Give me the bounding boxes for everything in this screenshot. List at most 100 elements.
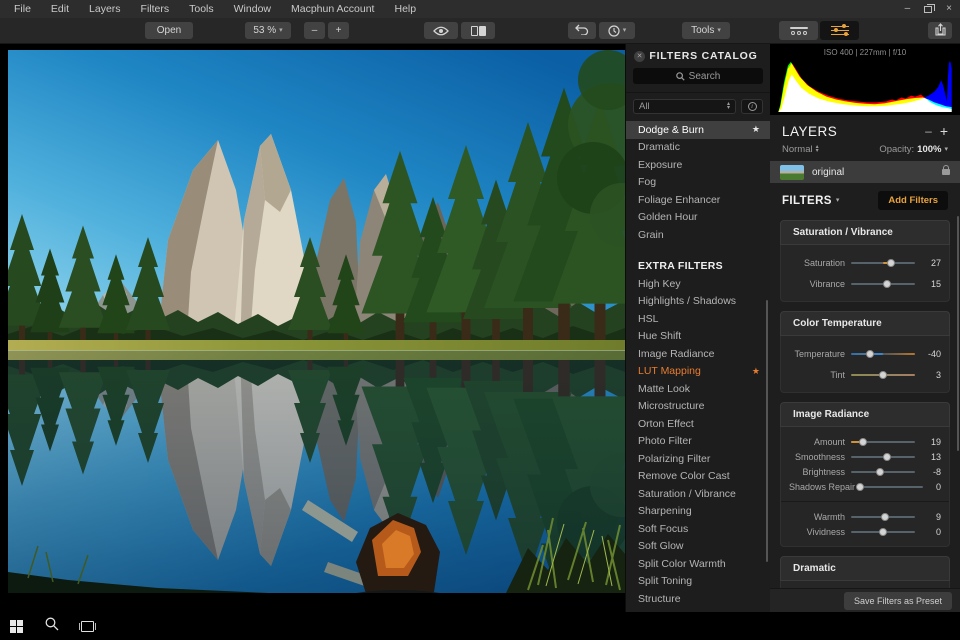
- close-icon[interactable]: ✕: [634, 50, 645, 62]
- slider-knob[interactable]: [865, 349, 874, 358]
- slider-knob[interactable]: [881, 512, 890, 521]
- lock-icon[interactable]: [942, 165, 950, 175]
- catalog-item-highlights-shadows[interactable]: Highlights / Shadows: [626, 293, 770, 311]
- menu-layers[interactable]: Layers: [79, 0, 131, 18]
- catalog-item-saturation-vibrance[interactable]: Saturation / Vibrance: [626, 485, 770, 503]
- slider-value: 13: [930, 451, 941, 462]
- star-icon[interactable]: ★: [752, 366, 760, 377]
- minimize-button[interactable]: –: [905, 0, 911, 18]
- filter-card-title[interactable]: Dramatic: [780, 556, 950, 581]
- catalog-item-foliage-enhancer[interactable]: Foliage Enhancer: [626, 191, 770, 209]
- catalog-item-hsl[interactable]: HSL: [626, 310, 770, 328]
- info-button[interactable]: i: [741, 99, 763, 114]
- catalog-item-hue-shift[interactable]: Hue Shift: [626, 328, 770, 346]
- tools-dropdown[interactable]: Tools ▾: [682, 22, 730, 39]
- undo-button[interactable]: [568, 22, 596, 39]
- remove-layer-button[interactable]: –: [917, 124, 940, 138]
- catalog-item-golden-hour[interactable]: Golden Hour: [626, 209, 770, 227]
- catalog-item-fog[interactable]: Fog: [626, 174, 770, 192]
- slider-knob[interactable]: [875, 467, 884, 476]
- opacity-dropdown[interactable]: Opacity: 100% ▾: [879, 144, 948, 155]
- star-icon[interactable]: ★: [752, 124, 760, 135]
- menu-window[interactable]: Window: [224, 0, 281, 18]
- slider-track[interactable]: [851, 352, 915, 355]
- menu-file[interactable]: File: [0, 0, 41, 18]
- catalog-item-dodge-burn[interactable]: Dodge & Burn ★: [626, 121, 770, 139]
- catalog-item-grain[interactable]: Grain: [626, 226, 770, 244]
- catalog-item-polarizing-filter[interactable]: Polarizing Filter: [626, 450, 770, 468]
- catalog-item-orton-effect[interactable]: Orton Effect: [626, 415, 770, 433]
- history-button[interactable]: ▾: [599, 22, 635, 39]
- search-input[interactable]: Search: [633, 68, 763, 84]
- layer-row[interactable]: original: [770, 161, 960, 183]
- slider-knob[interactable]: [855, 482, 864, 491]
- open-button[interactable]: Open: [145, 22, 193, 39]
- slider-value: 3: [935, 369, 941, 380]
- slider-vividness[interactable]: [851, 527, 915, 536]
- slider-brightness[interactable]: [851, 467, 915, 476]
- menu-macphun-account[interactable]: Macphun Account: [281, 0, 384, 18]
- slider-knob[interactable]: [882, 452, 891, 461]
- slider-tint[interactable]: [851, 370, 915, 379]
- slider-shadows-repair[interactable]: [855, 482, 923, 491]
- slider-knob[interactable]: [887, 258, 896, 267]
- catalog-item-soft-glow[interactable]: Soft Glow: [626, 538, 770, 556]
- catalog-item-split-color-warmth[interactable]: Split Color Warmth: [626, 555, 770, 573]
- catalog-item-matte-look[interactable]: Matte Look: [626, 380, 770, 398]
- save-filters-as-preset-button[interactable]: Save Filters as Preset: [843, 591, 952, 610]
- presets-panel-toggle[interactable]: [779, 21, 818, 40]
- slider-warmth[interactable]: [851, 512, 915, 521]
- slider-knob[interactable]: [883, 279, 892, 288]
- catalog-item-lut-mapping[interactable]: LUT Mapping ★: [626, 363, 770, 381]
- toolbar: Open 53 % ▾ – + ▾ Tools ▾: [0, 18, 960, 44]
- taskbar-search-icon[interactable]: [45, 617, 59, 636]
- slider-temperature[interactable]: [851, 349, 915, 358]
- share-button[interactable]: [928, 22, 952, 39]
- zoom-level-dropdown[interactable]: 53 % ▾: [245, 22, 291, 39]
- catalog-item-photo-filter[interactable]: Photo Filter: [626, 433, 770, 451]
- restore-icon[interactable]: [924, 3, 936, 13]
- photo-canvas[interactable]: [8, 50, 625, 593]
- blend-mode-dropdown[interactable]: Normal ▴ ▾: [782, 144, 819, 155]
- catalog-item-sharpening[interactable]: Sharpening: [626, 503, 770, 521]
- preview-eye-button[interactable]: [424, 22, 458, 39]
- slider-knob[interactable]: [878, 527, 887, 536]
- catalog-item-high-key[interactable]: High Key: [626, 275, 770, 293]
- compare-button[interactable]: [461, 22, 495, 39]
- slider-vibrance[interactable]: [851, 279, 915, 288]
- catalog-item-structure[interactable]: Structure: [626, 590, 770, 608]
- catalog-item-remove-color-cast[interactable]: Remove Color Cast: [626, 468, 770, 486]
- catalog-item-exposure[interactable]: Exposure: [626, 156, 770, 174]
- filter-card-title[interactable]: Color Temperature: [780, 311, 950, 336]
- catalog-item-split-toning[interactable]: Split Toning: [626, 573, 770, 591]
- catalog-item-image-radiance[interactable]: Image Radiance: [626, 345, 770, 363]
- search-icon: [675, 71, 685, 81]
- windows-start-icon[interactable]: [10, 619, 23, 633]
- zoom-in-button[interactable]: +: [328, 22, 349, 39]
- slider-smoothness[interactable]: [851, 452, 915, 461]
- filter-card-title[interactable]: Saturation / Vibrance: [780, 220, 950, 245]
- slider-knob[interactable]: [879, 370, 888, 379]
- menu-edit[interactable]: Edit: [41, 0, 79, 18]
- menu-help[interactable]: Help: [384, 0, 426, 18]
- task-view-icon[interactable]: [79, 620, 96, 632]
- slider-amount[interactable]: [851, 437, 915, 446]
- slider-saturation[interactable]: [851, 258, 915, 267]
- menu-tools[interactable]: Tools: [179, 0, 224, 18]
- catalog-item-dramatic[interactable]: Dramatic: [626, 139, 770, 157]
- add-layer-button[interactable]: +: [940, 123, 948, 139]
- panel-scrollbar[interactable]: [957, 216, 959, 451]
- catalog-scrollbar[interactable]: [766, 300, 768, 562]
- filters-panel-toggle[interactable]: [820, 21, 859, 40]
- close-button[interactable]: ×: [946, 0, 952, 18]
- slider-track[interactable]: [859, 485, 923, 488]
- catalog-item-microstructure[interactable]: Microstructure: [626, 398, 770, 416]
- slider-row-shadows-repair: Shadows Repair 0: [789, 479, 941, 494]
- slider-knob[interactable]: [858, 437, 867, 446]
- menu-filters[interactable]: Filters: [131, 0, 180, 18]
- category-select[interactable]: All ▴ ▾: [633, 99, 736, 114]
- zoom-out-button[interactable]: –: [304, 22, 325, 39]
- add-filters-button[interactable]: Add Filters: [878, 191, 948, 210]
- filter-card-title[interactable]: Image Radiance: [780, 402, 950, 427]
- catalog-item-soft-focus[interactable]: Soft Focus: [626, 520, 770, 538]
